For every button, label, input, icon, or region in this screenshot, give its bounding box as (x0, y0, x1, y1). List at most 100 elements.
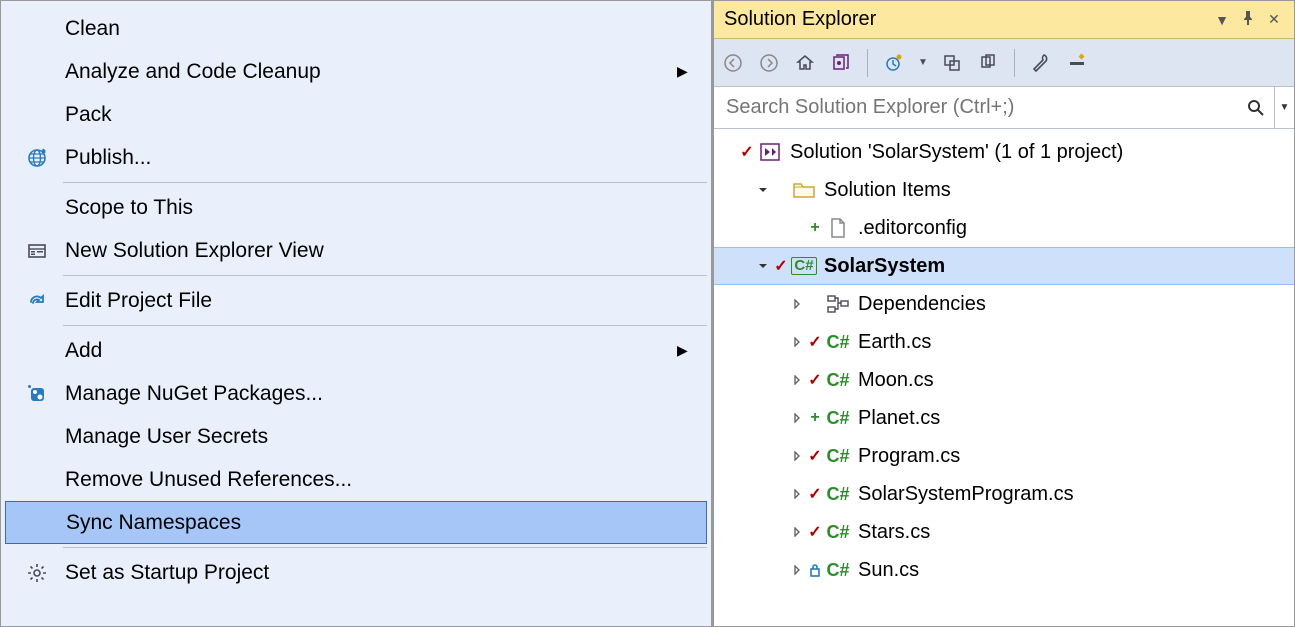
menu-item-label: Remove Unused References... (59, 468, 677, 492)
menu-item-sync-namespaces[interactable]: Sync Namespaces (5, 501, 707, 544)
menu-item-manage-nuget-packages[interactable]: Manage NuGet Packages... (5, 372, 707, 415)
menu-item-scope-to-this[interactable]: Scope to This (5, 186, 707, 229)
search-dropdown-icon[interactable]: ▼ (1274, 87, 1294, 128)
close-icon[interactable]: ✕ (1264, 11, 1284, 28)
search-input[interactable] (714, 87, 1238, 128)
menu-item-set-as-startup-project[interactable]: Set as Startup Project (5, 551, 707, 594)
expander-icon[interactable] (788, 299, 806, 309)
cs-icon: C# (824, 446, 852, 467)
gear-icon (15, 562, 59, 584)
expander-icon[interactable] (788, 451, 806, 461)
tree-item-label: Dependencies (852, 293, 986, 316)
tree-item[interactable]: ✓Solution 'SolarSystem' (1 of 1 project) (714, 133, 1294, 171)
menu-item-label: Set as Startup Project (59, 561, 677, 585)
cs-icon: C# (824, 484, 852, 505)
tree-item[interactable]: ✓C#SolarSystemProgram.cs (714, 475, 1294, 513)
sync-button[interactable] (939, 50, 965, 76)
csproj-icon: C# (790, 257, 818, 275)
explorer-icon (15, 240, 59, 262)
menu-item-manage-user-secrets[interactable]: Manage User Secrets (5, 415, 707, 458)
expander-icon[interactable] (788, 375, 806, 385)
menu-item-label: Pack (59, 103, 677, 127)
properties-button[interactable] (1028, 50, 1054, 76)
tree-item-label: SolarSystem (818, 255, 945, 278)
menu-separator (63, 182, 707, 183)
tree-item[interactable]: ✓C#Moon.cs (714, 361, 1294, 399)
tree-item[interactable]: +C#Planet.cs (714, 399, 1294, 437)
pin-icon[interactable] (1238, 11, 1258, 28)
menu-item-edit-project-file[interactable]: Edit Project File (5, 279, 707, 322)
menu-item-add[interactable]: Add▶ (5, 329, 707, 372)
tree-item-label: SolarSystemProgram.cs (852, 483, 1074, 506)
pending-changes-button[interactable] (881, 50, 907, 76)
forward-button[interactable] (756, 50, 782, 76)
expander-icon[interactable] (754, 261, 772, 271)
tree-item[interactable]: +.editorconfig (714, 209, 1294, 247)
search-icon[interactable] (1238, 99, 1274, 117)
check-status-icon: ✓ (806, 484, 824, 504)
tree-item-label: Earth.cs (852, 331, 931, 354)
expander-icon[interactable] (754, 185, 772, 195)
switch-views-button[interactable] (828, 50, 854, 76)
tree-item-label: Solution Items (818, 179, 951, 202)
context-menu: CleanAnalyze and Code Cleanup▶PackPublis… (1, 1, 711, 626)
expander-icon[interactable] (788, 527, 806, 537)
solution-explorer-titlebar: Solution Explorer ▼ ✕ (714, 1, 1294, 39)
menu-item-clean[interactable]: Clean (5, 7, 707, 50)
menu-item-new-solution-explorer-view[interactable]: New Solution Explorer View (5, 229, 707, 272)
cs-icon: C# (824, 332, 852, 353)
menu-item-pack[interactable]: Pack (5, 93, 707, 136)
menu-item-label: New Solution Explorer View (59, 239, 677, 263)
submenu-arrow-icon: ▶ (677, 342, 697, 359)
expander-icon[interactable] (788, 489, 806, 499)
expander-icon[interactable] (788, 337, 806, 347)
preview-button[interactable] (1064, 50, 1090, 76)
menu-item-label: Edit Project File (59, 289, 677, 313)
expander-icon[interactable] (788, 565, 806, 575)
check-status-icon: ✓ (772, 256, 790, 276)
check-status-icon: ✓ (806, 332, 824, 352)
menu-separator (63, 275, 707, 276)
menu-item-label: Add (59, 339, 677, 363)
dropdown-icon[interactable]: ▼ (1212, 12, 1232, 28)
submenu-arrow-icon: ▶ (677, 63, 697, 80)
check-status-icon: ✓ (806, 446, 824, 466)
menu-item-label: Manage NuGet Packages... (59, 382, 677, 406)
nuget-icon (15, 383, 59, 405)
cs-icon: C# (824, 408, 852, 429)
check-status-icon: ✓ (806, 370, 824, 390)
globe-icon (15, 147, 59, 169)
menu-item-remove-unused-references[interactable]: Remove Unused References... (5, 458, 707, 501)
tree-item[interactable]: ✓C#SolarSystem (714, 247, 1294, 285)
cs-icon: C# (824, 560, 852, 581)
check-status-icon: ✓ (738, 142, 756, 162)
menu-separator (63, 325, 707, 326)
lock-status-icon (806, 563, 824, 577)
menu-item-label: Clean (59, 17, 677, 41)
tree-item-label: Sun.cs (852, 559, 919, 582)
menu-item-publish[interactable]: Publish... (5, 136, 707, 179)
cs-icon: C# (824, 370, 852, 391)
tree-item[interactable]: ✓C#Program.cs (714, 437, 1294, 475)
plus-status-icon: + (806, 409, 824, 427)
expander-icon[interactable] (788, 413, 806, 423)
tree-item[interactable]: ✓C#Stars.cs (714, 513, 1294, 551)
back-button[interactable] (720, 50, 746, 76)
tree-item[interactable]: Dependencies (714, 285, 1294, 323)
menu-item-label: Analyze and Code Cleanup (59, 60, 677, 84)
tree-item[interactable]: C#Sun.cs (714, 551, 1294, 589)
tree-item-label: Program.cs (852, 445, 960, 468)
menu-item-label: Scope to This (59, 196, 677, 220)
vs-icon (756, 141, 784, 163)
dropdown-arrow-icon[interactable]: ▼ (917, 50, 929, 76)
tree-item[interactable]: Solution Items (714, 171, 1294, 209)
tree-item[interactable]: ✓C#Earth.cs (714, 323, 1294, 361)
solution-explorer-search: ▼ (714, 87, 1294, 129)
solution-tree: ✓Solution 'SolarSystem' (1 of 1 project)… (714, 129, 1294, 626)
home-button[interactable] (792, 50, 818, 76)
file-icon (824, 217, 852, 239)
menu-item-analyze-and-code-cleanup[interactable]: Analyze and Code Cleanup▶ (5, 50, 707, 93)
show-all-button[interactable] (975, 50, 1001, 76)
check-status-icon: ✓ (806, 522, 824, 542)
deps-icon (824, 294, 852, 314)
